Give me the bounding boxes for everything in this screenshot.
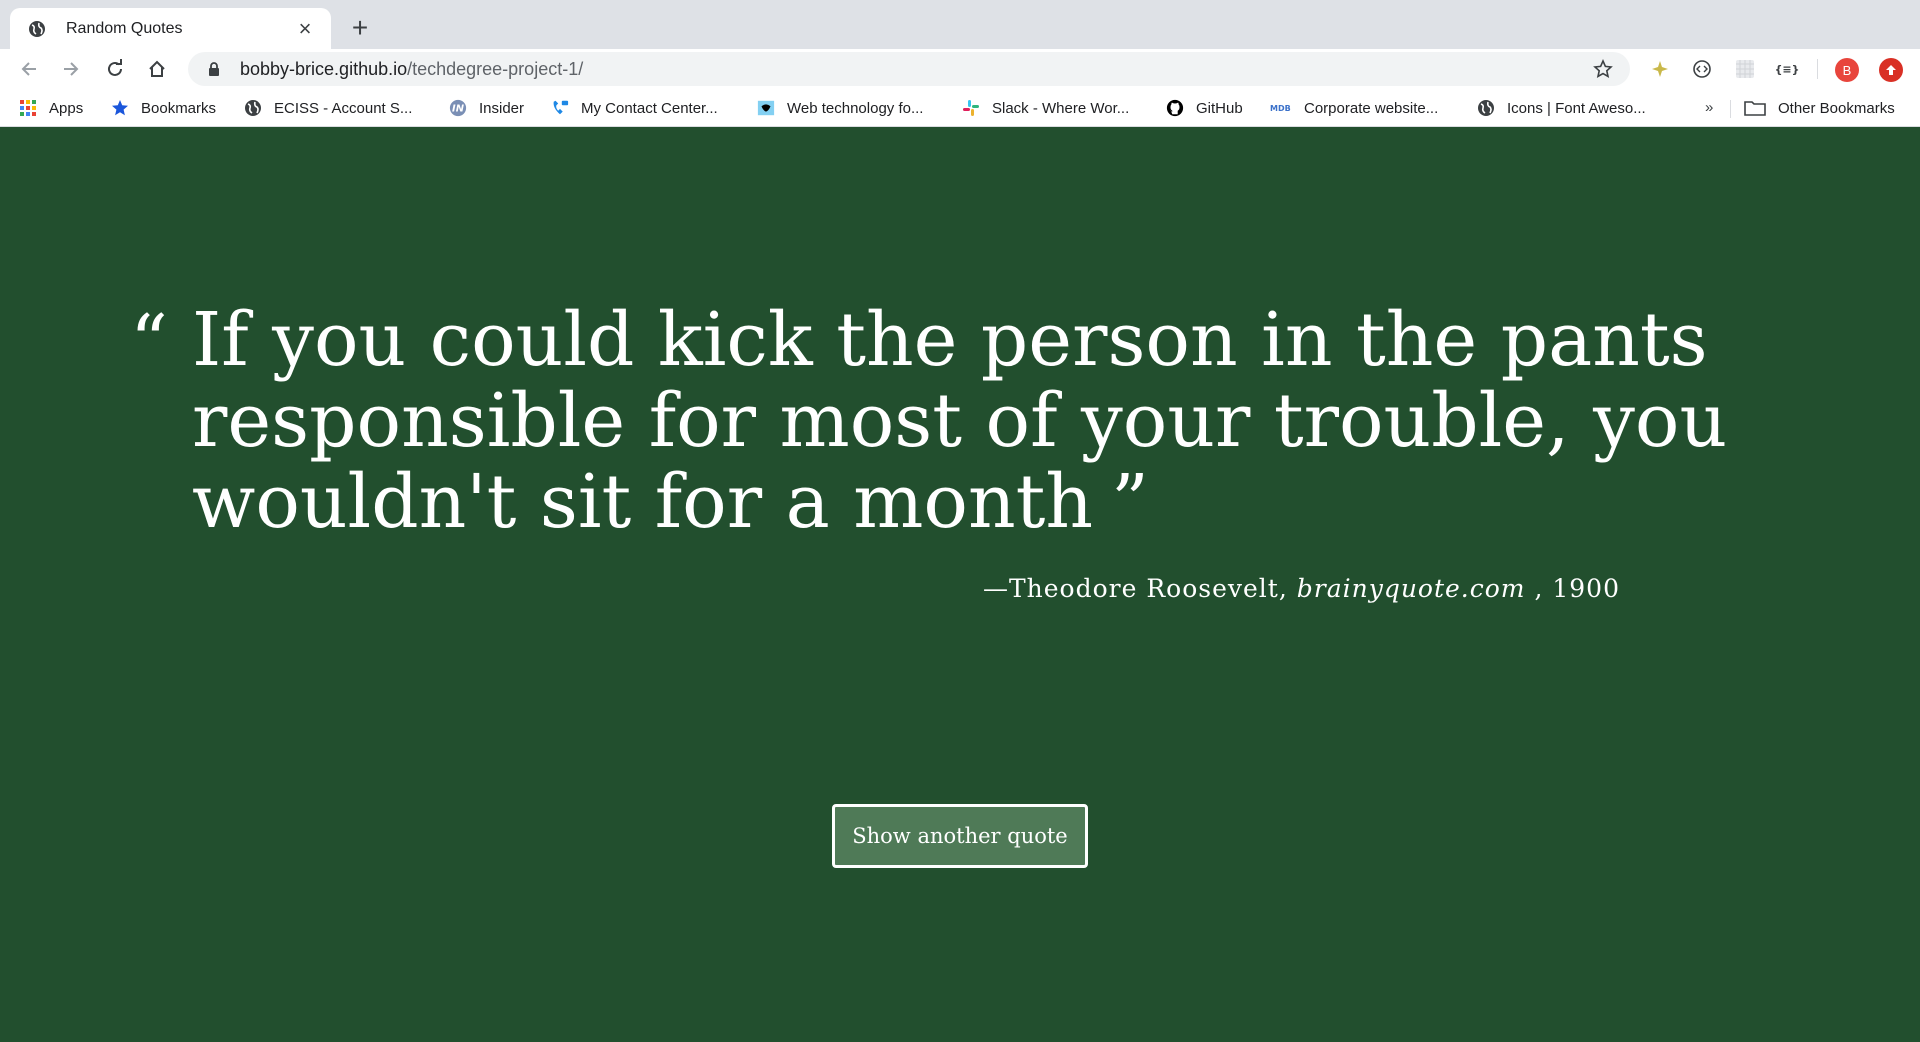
svg-text:MDB: MDB — [1270, 104, 1291, 113]
bookmark-label: Bookmarks — [141, 99, 217, 117]
show-another-quote-button[interactable]: Show another quote — [832, 804, 1088, 868]
bookmark-label: Corporate website... — [1304, 99, 1439, 117]
new-tab-button[interactable]: + — [346, 12, 374, 43]
globe-icon — [1477, 99, 1495, 117]
bookmarks-bar: Apps Bookmarks ECISS - Account S... IN I… — [0, 89, 1920, 127]
bookmark-other-bookmarks[interactable]: Other Bookmarks — [1744, 96, 1895, 120]
quote-author: —Theodore Roosevelt, — [982, 574, 1297, 603]
url-text: bobby-brice.github.io/techdegree-project… — [240, 59, 1590, 80]
quote-text: If you could kick the person in the pant… — [192, 297, 1728, 545]
back-arrow-icon[interactable] — [15, 55, 43, 83]
bookmarks-separator — [1730, 100, 1731, 118]
browser-toolbar: bobby-brice.github.io/techdegree-project… — [0, 49, 1920, 89]
bookmark-web-technology[interactable]: Web technology fo... — [757, 96, 923, 120]
bookmark-label: ECISS - Account S... — [274, 99, 413, 117]
open-quote-mark: “ — [130, 299, 168, 385]
bookmark-contact-center[interactable]: My Contact Center... — [551, 96, 718, 120]
folder-icon — [1744, 99, 1766, 117]
extension-code-icon[interactable] — [1690, 57, 1714, 81]
url-host: bobby-brice.github.io — [240, 58, 408, 79]
close-tab-icon[interactable]: × — [293, 16, 317, 41]
bookmark-star-icon[interactable] — [1590, 56, 1616, 82]
apps-grid-icon — [19, 99, 37, 117]
quote-citation: brainyquote.com — [1296, 574, 1526, 603]
close-quote-mark: ” — [1111, 459, 1149, 545]
profile-avatar[interactable]: B — [1835, 58, 1859, 82]
tab-title: Random Quotes — [66, 19, 183, 37]
quote-year: , 1900 — [1525, 574, 1620, 603]
svg-text:IN: IN — [452, 104, 465, 115]
home-icon[interactable] — [143, 55, 171, 83]
bookmark-font-awesome[interactable]: Icons | Font Aweso... — [1477, 96, 1646, 120]
bookmark-label: Other Bookmarks — [1778, 99, 1895, 117]
bookmark-corporate-website[interactable]: MDB Corporate website... — [1270, 96, 1438, 120]
quote-box: “ If you could kick the person in the pan… — [130, 300, 1790, 543]
extension-json-icon[interactable]: {≡} — [1775, 57, 1800, 81]
globe-icon — [244, 99, 262, 117]
bookmark-github[interactable]: GitHub — [1166, 96, 1243, 120]
insider-icon: IN — [449, 99, 467, 117]
url-path: /techdegree-project-1/ — [407, 58, 584, 79]
star-icon — [111, 99, 129, 117]
forward-arrow-icon[interactable] — [57, 55, 85, 83]
github-icon — [1166, 99, 1184, 117]
bookmark-label: Slack - Where Wor... — [992, 99, 1130, 117]
quote-source: —Theodore Roosevelt, brainyquote.com , 1… — [983, 574, 1620, 603]
reload-icon[interactable] — [101, 55, 129, 83]
address-bar[interactable]: bobby-brice.github.io/techdegree-project… — [188, 52, 1630, 86]
page-content: “ If you could kick the person in the pan… — [0, 128, 1920, 1042]
mdb-icon: MDB — [1270, 99, 1292, 117]
tab-strip: Random Quotes × + — [0, 0, 1920, 49]
bookmark-label: Web technology fo... — [787, 99, 924, 117]
extension-sparkle-icon[interactable] — [1648, 57, 1672, 81]
globe-icon — [27, 19, 47, 39]
lock-icon — [206, 61, 222, 77]
phone-icon — [551, 99, 569, 117]
bookmark-label: Apps — [49, 99, 84, 117]
bookmark-insider[interactable]: IN Insider — [449, 96, 524, 120]
mdn-icon — [757, 99, 775, 117]
extension-grid-icon[interactable] — [1733, 57, 1757, 81]
bookmark-label: Icons | Font Aweso... — [1507, 99, 1646, 117]
bookmark-eciss[interactable]: ECISS - Account S... — [244, 96, 412, 120]
quote: “ If you could kick the person in the pan… — [130, 300, 1790, 543]
bookmark-apps[interactable]: Apps — [19, 96, 83, 120]
slack-icon — [962, 99, 980, 117]
bookmark-slack[interactable]: Slack - Where Wor... — [962, 96, 1129, 120]
tab-random-quotes[interactable]: Random Quotes × — [10, 8, 331, 49]
toolbar-separator — [1817, 59, 1818, 79]
bookmark-label: My Contact Center... — [581, 99, 718, 117]
bookmark-bookmarks[interactable]: Bookmarks — [111, 96, 216, 120]
bookmarks-overflow-button[interactable]: » — [1705, 99, 1713, 116]
bookmark-label: GitHub — [1196, 99, 1243, 117]
bookmark-label: Insider — [479, 99, 525, 117]
update-arrow-icon[interactable] — [1879, 58, 1903, 82]
